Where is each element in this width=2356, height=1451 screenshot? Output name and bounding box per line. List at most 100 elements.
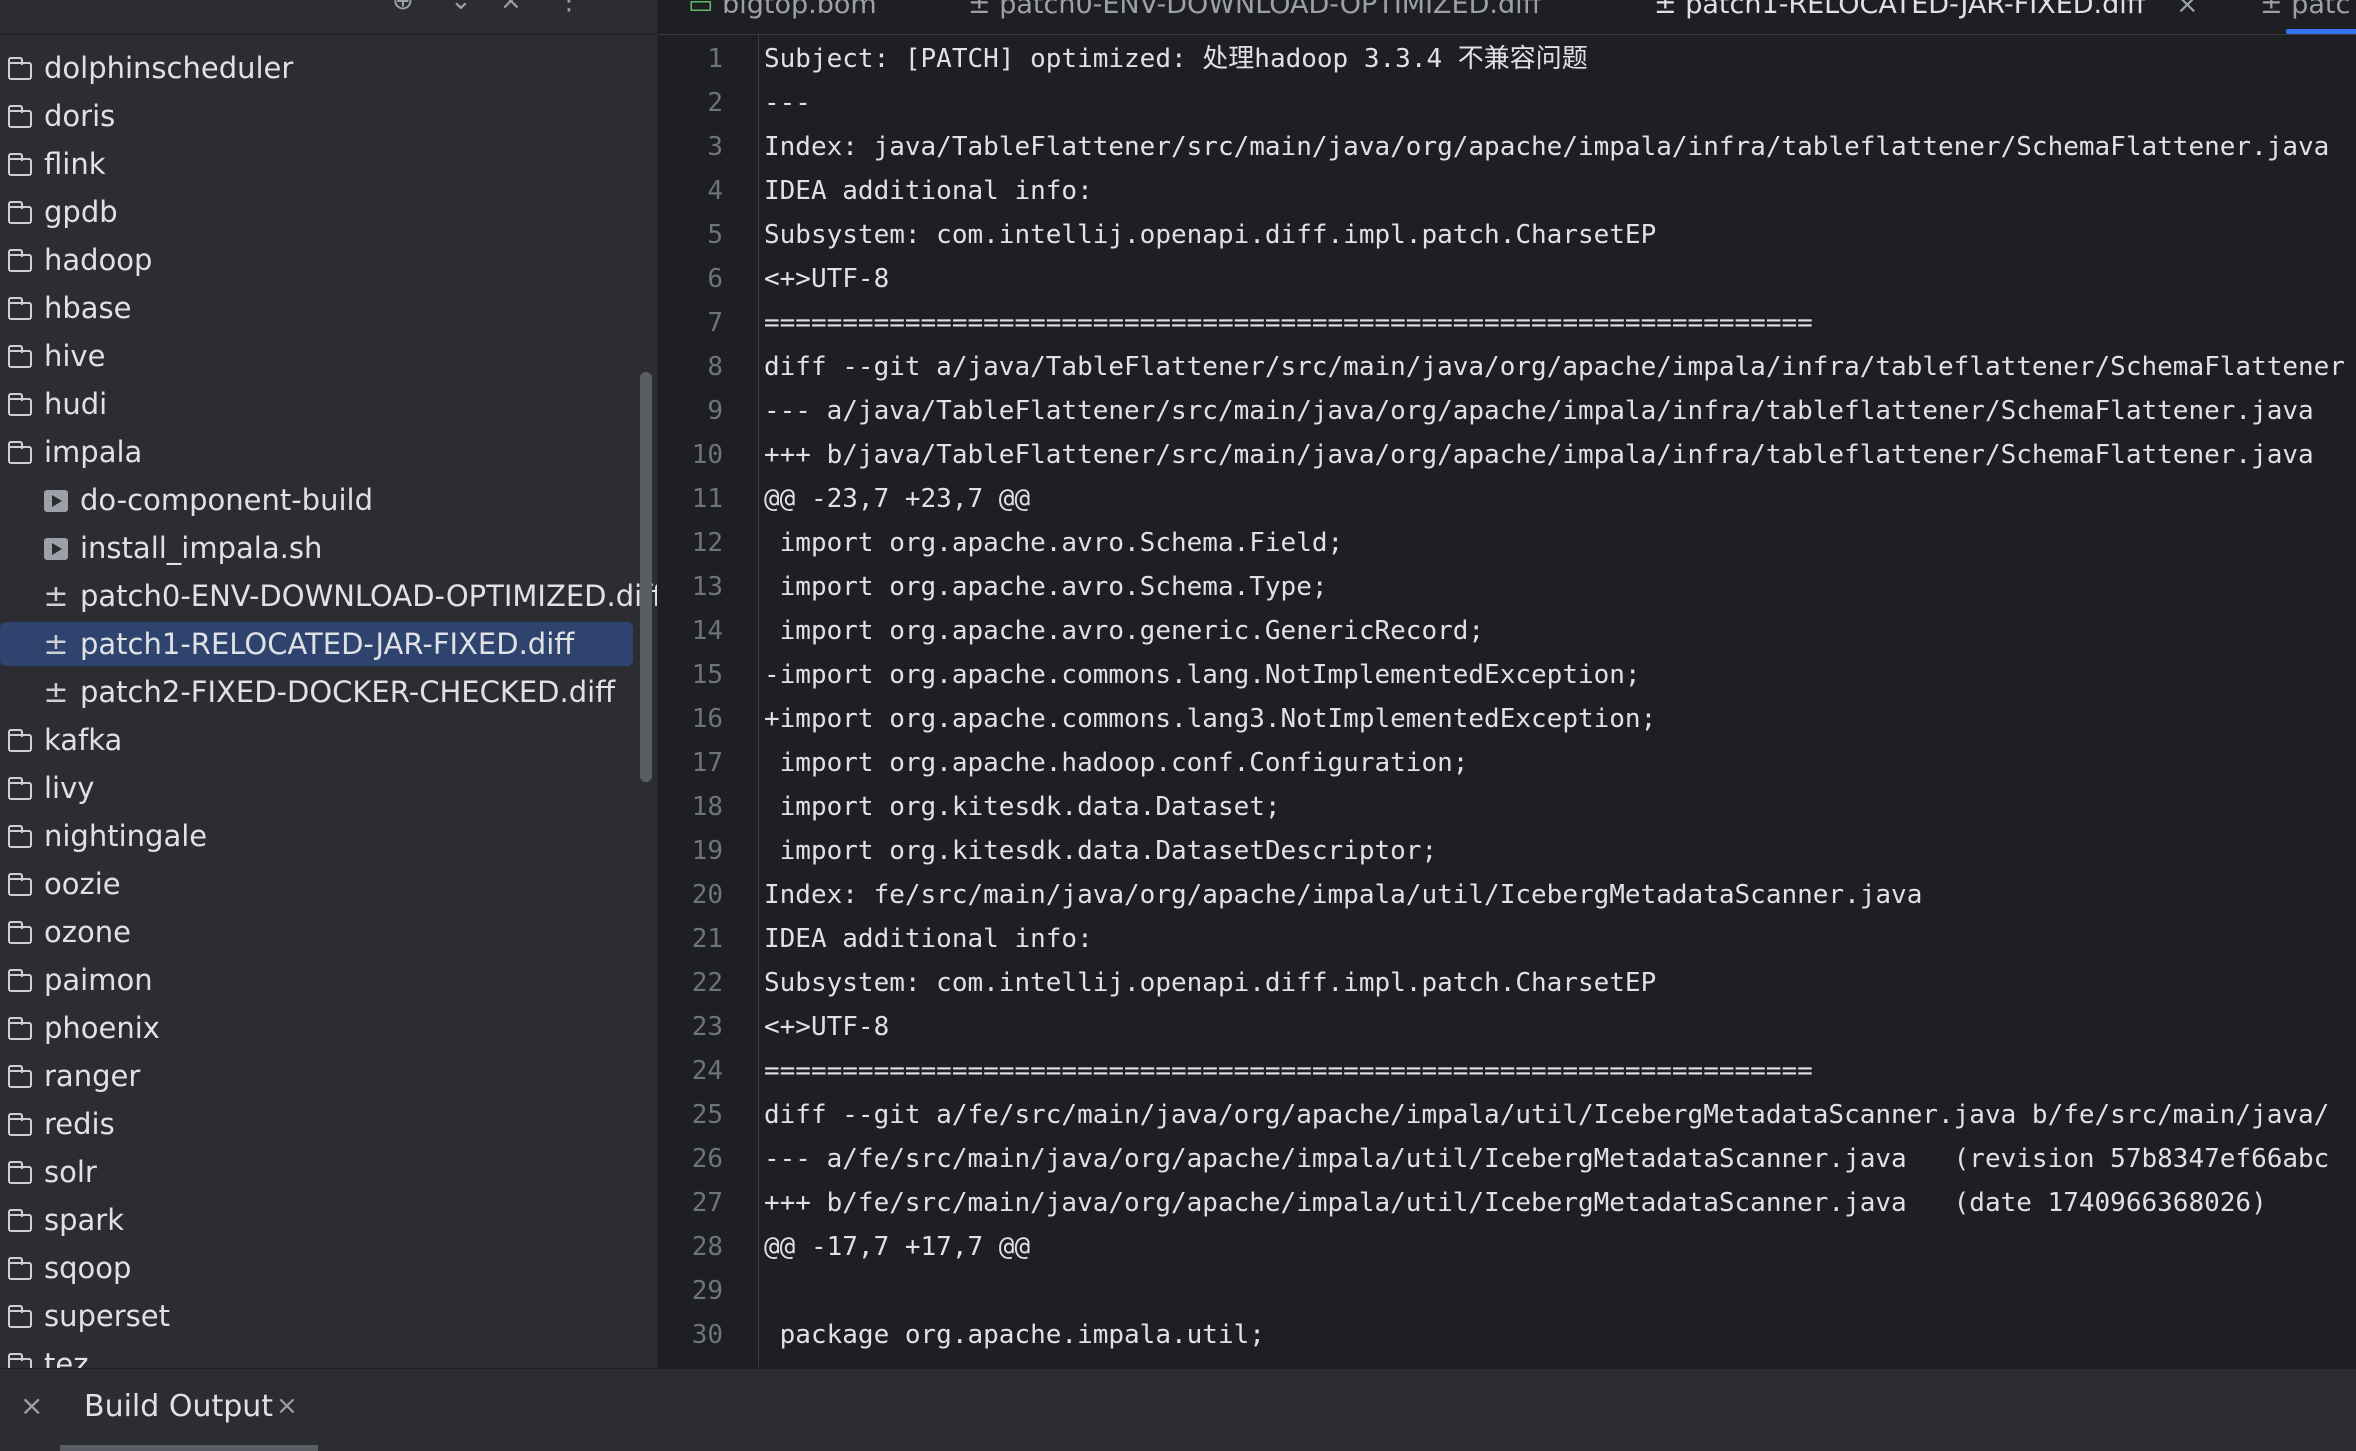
file-icon: ▭ xyxy=(688,0,723,20)
tree-item-label: install_impala.sh xyxy=(80,531,323,565)
code-text: ========================================… xyxy=(764,308,1813,338)
tree-item-label: livy xyxy=(44,771,95,805)
folder-icon xyxy=(4,1148,36,1196)
build-output-tab[interactable]: Build Output xyxy=(84,1389,273,1424)
tree-item-label: flink xyxy=(44,147,106,181)
tree-item-label: spark xyxy=(44,1203,125,1237)
code-text: +++ b/java/TableFlattener/src/main/java/… xyxy=(764,440,2314,470)
tab-patch0[interactable]: ± patch0-ENV-DOWNLOAD-OPTIMIZED.diff xyxy=(968,0,1541,30)
line-number: 3 xyxy=(707,132,723,162)
close-icon[interactable]: × xyxy=(500,0,522,16)
folder-icon xyxy=(4,284,36,332)
more-options-icon[interactable]: ⋮ xyxy=(556,0,582,16)
tree-item-spark[interactable]: spark xyxy=(0,1196,657,1244)
tree-item-label: patch1-RELOCATED-JAR-FIXED.diff xyxy=(80,627,575,661)
tree-item-sqoop[interactable]: sqoop xyxy=(0,1244,657,1292)
folder-icon xyxy=(4,1196,36,1244)
folder-icon xyxy=(4,1340,36,1368)
tab-bigtop-bom[interactable]: ▭ bigtop.bom xyxy=(688,0,877,30)
folder-icon xyxy=(4,1100,36,1148)
active-panel-indicator xyxy=(60,1445,318,1451)
tree-item-ozone[interactable]: ozone xyxy=(0,908,657,956)
tree-item-do-component-build[interactable]: do-component-build xyxy=(0,476,657,524)
code-text: @@ -17,7 +17,7 @@ xyxy=(764,1232,1031,1262)
code-text: @@ -23,7 +23,7 @@ xyxy=(764,484,1031,514)
line-number: 29 xyxy=(691,1276,723,1306)
tab-patch2[interactable]: ± patc xyxy=(2260,0,2350,30)
tree-item-kafka[interactable]: kafka xyxy=(0,716,657,764)
active-tab-indicator xyxy=(2286,29,2356,34)
sidebar-scrollbar[interactable] xyxy=(640,372,652,782)
tree-item-nightingale[interactable]: nightingale xyxy=(0,812,657,860)
code-text: <+>UTF-8 xyxy=(764,1012,890,1042)
tree-item-phoenix[interactable]: phoenix xyxy=(0,1004,657,1052)
line-number: 18 xyxy=(691,792,723,822)
code-text: +import org.apache.commons.lang3.NotImpl… xyxy=(764,704,1657,734)
tree-item-label: tez xyxy=(44,1347,89,1368)
code-text: -import org.apache.commons.lang.NotImple… xyxy=(764,660,1641,690)
build-output-close-icon[interactable]: × xyxy=(276,1391,298,1421)
tree-item-hudi[interactable]: hudi xyxy=(0,380,657,428)
tree-item-flink[interactable]: flink xyxy=(0,140,657,188)
line-number: 7 xyxy=(707,308,723,338)
code-text: import org.apache.hadoop.conf.Configurat… xyxy=(764,748,1469,778)
tree-item-label: superset xyxy=(44,1299,170,1333)
line-number: 30 xyxy=(691,1320,723,1350)
tree-item-tez[interactable]: tez xyxy=(0,1340,657,1368)
code-text: --- xyxy=(764,88,811,118)
tree-item-hive[interactable]: hive xyxy=(0,332,657,380)
tree-item-superset[interactable]: superset xyxy=(0,1292,657,1340)
tree-item-impala[interactable]: impala xyxy=(0,428,657,476)
tree-item-paimon[interactable]: paimon xyxy=(0,956,657,1004)
tree-item-solr[interactable]: solr xyxy=(0,1148,657,1196)
tree-item-doris[interactable]: doris xyxy=(0,92,657,140)
tree-item-label: patch0-ENV-DOWNLOAD-OPTIMIZED.diff xyxy=(80,579,657,613)
collapse-icon[interactable]: ⌄ xyxy=(450,0,472,16)
tree-item-patch1-relocated-jar-fixed-diff[interactable]: ± patch1-RELOCATED-JAR-FIXED.diff xyxy=(0,620,657,668)
bottom-tool-window-bar: × Build Output × xyxy=(0,1368,2356,1451)
tree-item-patch0-env-download-optimized-diff[interactable]: ± patch0-ENV-DOWNLOAD-OPTIMIZED.diff xyxy=(0,572,657,620)
tree-item-oozie[interactable]: oozie xyxy=(0,860,657,908)
tree-item-install-impala-sh[interactable]: install_impala.sh xyxy=(0,524,657,572)
line-number: 16 xyxy=(691,704,723,734)
tree-item-redis[interactable]: redis xyxy=(0,1100,657,1148)
folder-icon xyxy=(4,1004,36,1052)
folder-icon xyxy=(4,44,36,92)
line-number: 19 xyxy=(691,836,723,866)
tree-item-label: sqoop xyxy=(44,1251,132,1285)
tree-item-label: hive xyxy=(44,339,106,373)
line-number: 5 xyxy=(707,220,723,250)
project-toolbar: ⊕ ⌄ × ⋮ xyxy=(0,0,657,35)
diff-file-icon: ± xyxy=(968,0,1000,20)
tree-item-label: ozone xyxy=(44,915,131,949)
code-text: Subsystem: com.intellij.openapi.diff.imp… xyxy=(764,220,1657,250)
line-number: 24 xyxy=(691,1056,723,1086)
line-number: 28 xyxy=(691,1232,723,1262)
line-number: 26 xyxy=(691,1144,723,1174)
tree-item-ranger[interactable]: ranger xyxy=(0,1052,657,1100)
script-icon xyxy=(40,476,72,524)
line-number: 15 xyxy=(691,660,723,690)
code-text: Index: java/TableFlattener/src/main/java… xyxy=(764,132,2330,162)
tree-item-gpdb[interactable]: gpdb xyxy=(0,188,657,236)
folder-icon xyxy=(4,332,36,380)
line-number: 27 xyxy=(691,1188,723,1218)
close-panel-icon[interactable]: × xyxy=(20,1389,43,1422)
code-editor[interactable]: 1 Subject: [PATCH] optimized: 处理hadoop 3.… xyxy=(658,35,2356,1367)
tree-item-patch2-fixed-docker-checked-diff[interactable]: ± patch2-FIXED-DOCKER-CHECKED.diff xyxy=(0,668,657,716)
tree-item-hadoop[interactable]: hadoop xyxy=(0,236,657,284)
tab-close-icon[interactable]: × xyxy=(2176,0,2199,20)
tree-item-livy[interactable]: livy xyxy=(0,764,657,812)
line-number: 1 xyxy=(707,44,723,74)
folder-icon xyxy=(4,188,36,236)
tree-item-label: gpdb xyxy=(44,195,118,229)
editor-tab-bar: ▭ bigtop.bom ± patch0-ENV-DOWNLOAD-OPTIM… xyxy=(658,0,2356,35)
line-number: 2 xyxy=(707,88,723,118)
code-text: Subject: [PATCH] optimized: 处理hadoop 3.3… xyxy=(764,44,1588,74)
folder-icon xyxy=(4,908,36,956)
locate-icon[interactable]: ⊕ xyxy=(392,0,414,16)
line-number: 23 xyxy=(691,1012,723,1042)
tab-patch1[interactable]: ± patch1-RELOCATED-JAR-FIXED.diff × xyxy=(1654,0,2199,30)
tree-item-dolphinscheduler[interactable]: dolphinscheduler xyxy=(0,44,657,92)
tree-item-hbase[interactable]: hbase xyxy=(0,284,657,332)
